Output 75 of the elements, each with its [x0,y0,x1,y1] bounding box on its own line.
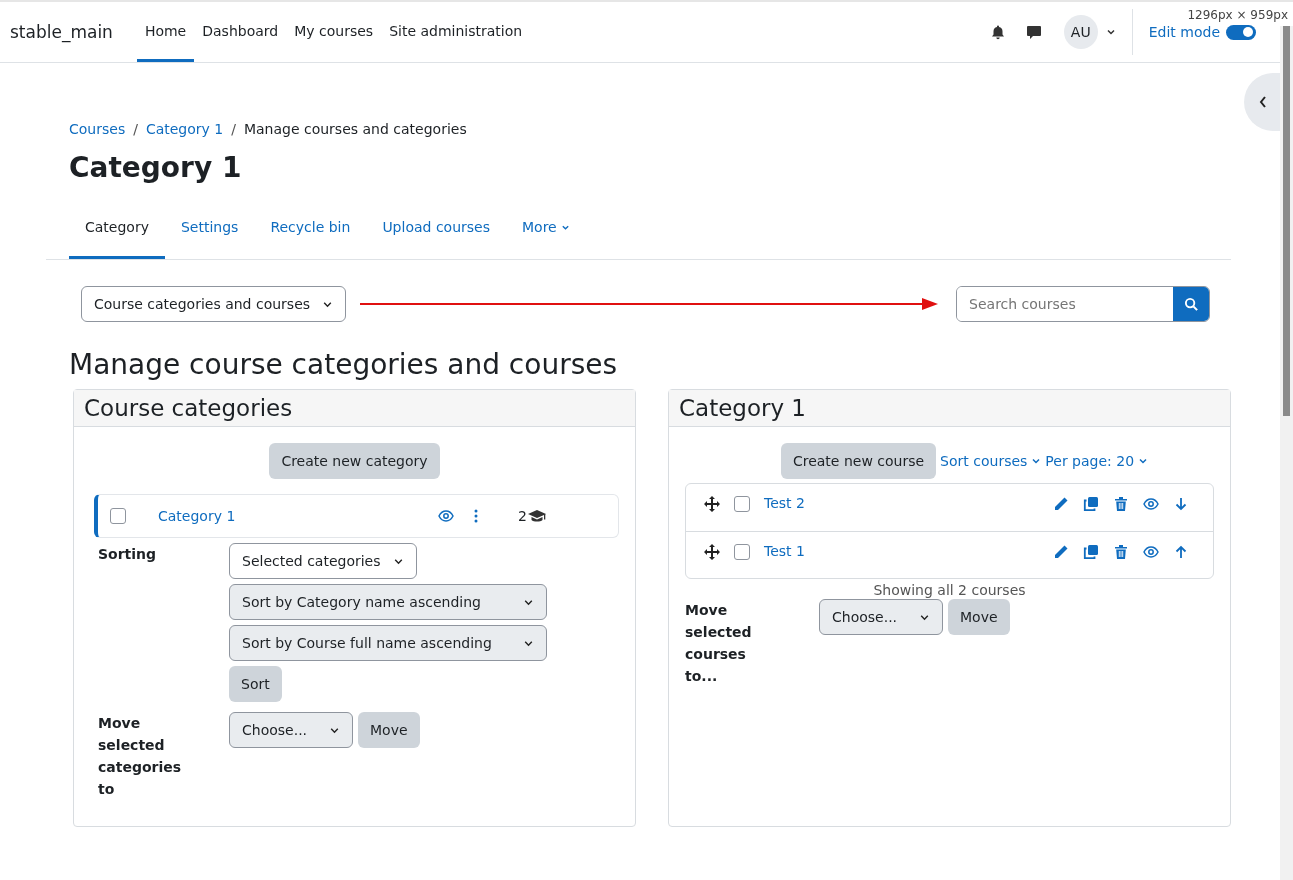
breadcrumb-link[interactable]: Courses [69,121,126,137]
create-course-button[interactable]: Create new course [780,443,937,479]
trash-icon[interactable] [1113,496,1129,512]
create-category-button[interactable]: Create new category [269,443,440,479]
kebab-menu-icon[interactable] [474,509,478,523]
trash-icon[interactable] [1113,544,1129,560]
tab[interactable]: Settings [164,209,255,259]
edit-mode-toggle[interactable] [1226,24,1256,40]
nav-link[interactable]: Dashboard [194,2,287,62]
panel-title: Course categories [84,395,294,421]
scrollbar-thumb[interactable] [1283,26,1290,416]
chevron-down-icon[interactable] [1105,27,1116,37]
breadcrumb-current: Manage courses and categories [243,121,467,137]
sort-courses-link[interactable]: Sort courses [940,453,1042,469]
chevron-down-icon [1138,456,1149,466]
category-row[interactable]: Category 1 2 [94,494,619,538]
section-heading: Manage course categories and courses [69,348,619,381]
edit-mode-label: Edit mode [1148,24,1220,40]
checkbox[interactable] [734,496,750,512]
bell-icon[interactable] [989,24,1006,40]
search-icon [1183,296,1199,312]
course-count-summary: Showing all 2 courses [872,582,1027,598]
chevron-down-icon [1031,456,1042,466]
move-target-select[interactable]: Choose... [819,599,943,635]
arrow-down-icon[interactable] [1173,496,1189,512]
tab[interactable]: Category [69,209,165,259]
view-select[interactable]: Course categories and courses [81,286,347,322]
chat-icon[interactable] [1025,24,1042,40]
checkbox[interactable] [734,544,750,560]
move-handle-icon[interactable] [704,544,720,560]
sort-scope-select[interactable]: Selected categories [229,543,417,579]
course-count: 2 [518,508,527,524]
panel-title: Category 1 [679,395,807,421]
eye-icon[interactable] [438,508,454,524]
graduation-cap-icon [526,509,547,523]
scrollbar[interactable] [1280,26,1293,880]
move-button[interactable]: Move [358,712,420,748]
nav-link[interactable]: Site administration [381,2,531,62]
pencil-icon[interactable] [1053,496,1069,512]
size-label: 1296px × 959px [1187,8,1288,22]
move-button[interactable]: Move [948,599,1010,635]
eye-icon[interactable] [1143,544,1159,560]
breadcrumb-separator: / [133,121,138,137]
tab[interactable]: Recycle bin [254,209,367,259]
move-target-select[interactable]: Choose... [229,712,353,748]
sort-category-select[interactable]: Sort by Category name ascending [229,584,547,620]
per-page-link[interactable]: Per page: 20 [1045,453,1149,469]
search-button[interactable] [1173,287,1210,321]
eye-icon[interactable] [1143,496,1159,512]
site-name[interactable]: stable_main [10,22,113,42]
move-handle-icon[interactable] [704,496,720,512]
nav-link[interactable]: Home [136,2,195,62]
course-link[interactable]: Test 2 [764,495,805,511]
tab[interactable]: More [506,209,586,259]
course-link[interactable]: Test 1 [764,543,805,559]
breadcrumb-separator: / [231,121,236,137]
pencil-icon[interactable] [1053,544,1069,560]
user-avatar[interactable]: AU [1063,15,1098,49]
copy-icon[interactable] [1083,496,1099,512]
checkbox[interactable] [110,508,126,524]
breadcrumb-link[interactable]: Category 1 [145,121,224,137]
category-link[interactable]: Category 1 [158,508,438,524]
tab[interactable]: Upload courses [366,209,506,259]
page-title: Category 1 [69,151,243,184]
search-field[interactable]: Search courses [956,286,1211,322]
sort-button[interactable]: Sort [229,666,282,702]
copy-icon[interactable] [1083,544,1099,560]
arrow-up-icon[interactable] [1173,544,1189,560]
nav-link[interactable]: My courses [286,2,382,62]
drawer-toggle-button[interactable] [1244,73,1280,131]
sorting-label: Sorting [98,545,158,564]
sort-course-select[interactable]: Sort by Course full name ascending [229,625,547,661]
chevron-left-icon [1258,95,1268,109]
move-label: Move selected categories to [98,714,183,799]
move-label: Move selected courses to... [685,601,753,686]
